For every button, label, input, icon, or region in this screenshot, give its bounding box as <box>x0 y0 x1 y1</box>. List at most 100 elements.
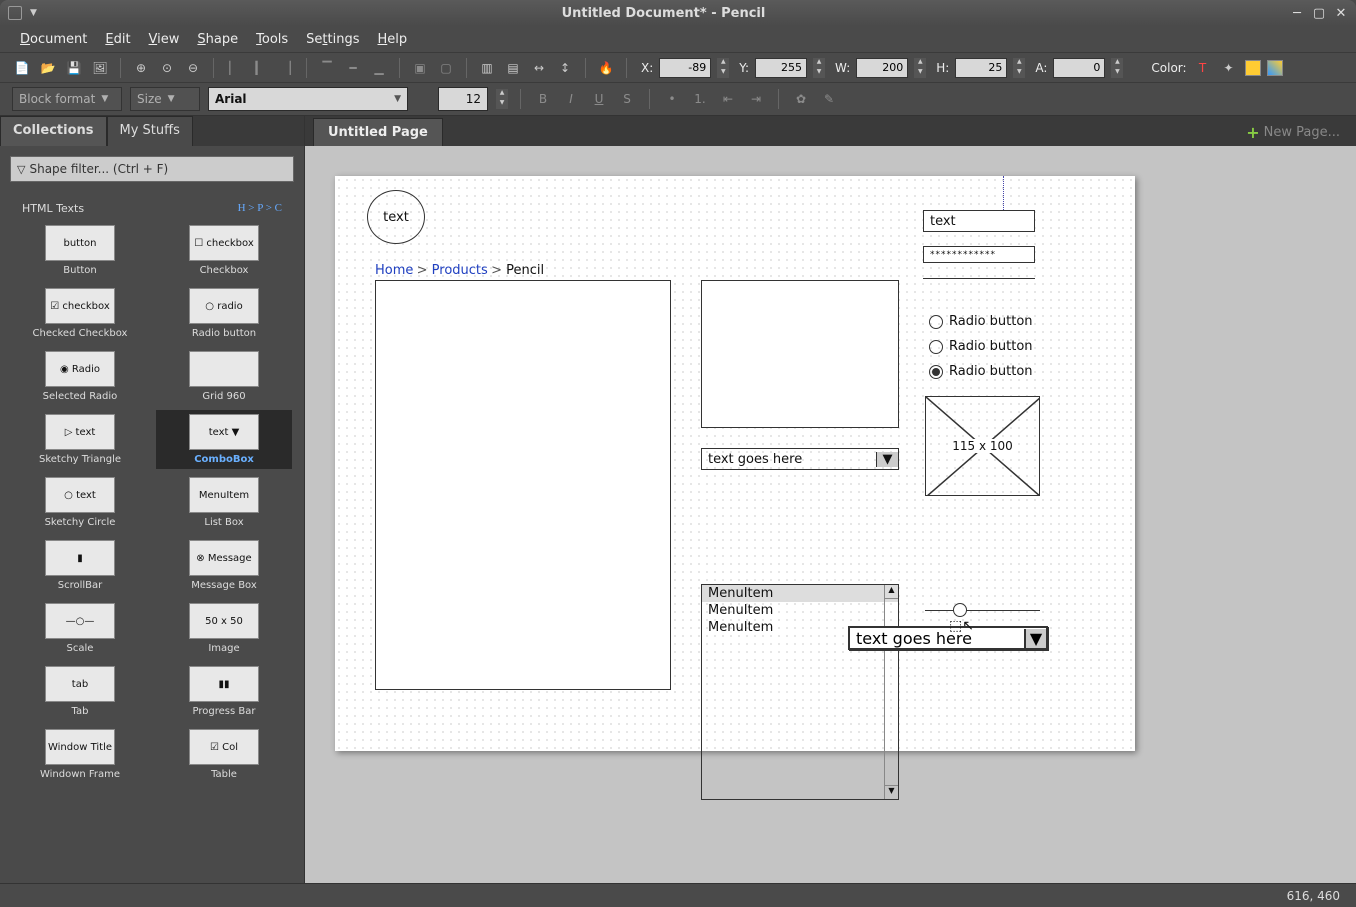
sketch-slider[interactable] <box>925 606 1040 616</box>
font-size-spinner[interactable]: ▲▼ <box>496 89 508 109</box>
sketch-radio-3[interactable]: Radio button <box>929 364 1033 379</box>
sketch-hr[interactable] <box>923 278 1035 279</box>
bring-front-icon[interactable]: ▣ <box>410 58 430 78</box>
sketch-combobox-selected[interactable]: text goes here ▼ <box>848 626 1048 650</box>
outdent-icon[interactable]: ⇤ <box>718 89 738 109</box>
h-input[interactable] <box>955 58 1007 78</box>
underline-icon[interactable]: U <box>589 89 609 109</box>
w-input[interactable] <box>856 58 908 78</box>
shape-scrollbar[interactable]: ▮ScrollBar <box>12 536 148 595</box>
picker-icon[interactable]: ✦ <box>1219 58 1239 78</box>
menu-edit[interactable]: Edit <box>97 29 138 50</box>
shape-message-box[interactable]: ⊗ MessageMessage Box <box>156 536 292 595</box>
x-input[interactable] <box>659 58 711 78</box>
shape-tab[interactable]: tabTab <box>12 662 148 721</box>
minimize-button[interactable]: ─ <box>1290 6 1304 20</box>
scrollbar[interactable]: ▲▼ <box>884 585 898 799</box>
new-page-button[interactable]: + New Page... <box>1238 119 1348 146</box>
zoom-in-icon[interactable]: ⊕ <box>131 58 151 78</box>
list-bullet-icon[interactable]: • <box>662 89 682 109</box>
sketch-panel-small[interactable] <box>701 280 899 428</box>
shape-image[interactable]: 50 x 50Image <box>156 599 292 658</box>
sidebar-tab-collections[interactable]: Collections <box>0 116 107 146</box>
block-format-combo[interactable]: Block format▼ <box>12 87 122 111</box>
fill-color-swatch[interactable] <box>1267 60 1283 76</box>
shape-checked-checkbox[interactable]: ☑ checkboxChecked Checkbox <box>12 284 148 343</box>
export-icon[interactable]: 🖼 <box>90 58 110 78</box>
menu-settings[interactable]: Settings <box>298 29 367 50</box>
align-center-icon[interactable]: ▎ <box>250 58 270 78</box>
shape-radio-button[interactable]: ○ radioRadio button <box>156 284 292 343</box>
h-spinner[interactable]: ▲▼ <box>1013 58 1025 78</box>
menu-tools[interactable]: Tools <box>248 29 296 50</box>
align-left-icon[interactable]: ▏ <box>224 58 244 78</box>
font-size-name-combo[interactable]: Size▼ <box>130 87 200 111</box>
spacing-h-icon[interactable]: ↔ <box>529 58 549 78</box>
send-back-icon[interactable]: ▢ <box>436 58 456 78</box>
shape-list-box[interactable]: MenuItemList Box <box>156 473 292 532</box>
shape-windown-frame[interactable]: Window TitleWindown Frame <box>12 725 148 784</box>
y-input[interactable] <box>755 58 807 78</box>
align-bottom-icon[interactable]: ▁ <box>369 58 389 78</box>
shape-filter-input[interactable]: ▽ Shape filter... (Ctrl + F) <box>10 156 294 182</box>
list-item[interactable]: MenuItem <box>702 585 898 602</box>
sidebar-tab-mystuffs[interactable]: My Stuffs <box>107 116 193 146</box>
spacing-v-icon[interactable]: ↕ <box>555 58 575 78</box>
shape-selected-radio[interactable]: ◉ RadioSelected Radio <box>12 347 148 406</box>
clear-format-icon[interactable]: ✿ <box>791 89 811 109</box>
menu-document[interactable]: Document <box>12 29 95 50</box>
menu-help[interactable]: Help <box>370 29 416 50</box>
new-doc-icon[interactable]: 📄 <box>12 58 32 78</box>
align-right-icon[interactable]: ▕ <box>276 58 296 78</box>
distribute-v-icon[interactable]: ▤ <box>503 58 523 78</box>
a-spinner[interactable]: ▲▼ <box>1111 58 1123 78</box>
sketch-listbox[interactable]: MenuItem MenuItem MenuItem ▲▼ <box>701 584 899 800</box>
titlebar-dropdown-icon[interactable]: ▼ <box>30 8 37 18</box>
zoom-out-icon[interactable]: ⊖ <box>183 58 203 78</box>
shape-scale[interactable]: —○—Scale <box>12 599 148 658</box>
sketch-password-input[interactable]: ************ <box>923 246 1035 263</box>
sketch-circle[interactable]: text <box>367 190 425 244</box>
shape-progress-bar[interactable]: ▮▮Progress Bar <box>156 662 292 721</box>
page-tab-active[interactable]: Untitled Page <box>313 118 443 146</box>
italic-icon[interactable]: I <box>561 89 581 109</box>
strike-icon[interactable]: S <box>617 89 637 109</box>
sketch-text-input[interactable]: text <box>923 210 1035 232</box>
sketch-image-placeholder[interactable]: 115 x 100 <box>925 396 1040 496</box>
menu-shape[interactable]: Shape <box>189 29 246 50</box>
align-top-icon[interactable]: ▔ <box>317 58 337 78</box>
stroke-color-swatch[interactable] <box>1245 60 1261 76</box>
list-item[interactable]: MenuItem <box>702 602 898 619</box>
sketch-combobox-1[interactable]: text goes here ▼ <box>701 448 899 470</box>
sketch-panel-large[interactable] <box>375 280 671 690</box>
maximize-button[interactable]: ▢ <box>1312 6 1326 20</box>
distribute-h-icon[interactable]: ▥ <box>477 58 497 78</box>
y-spinner[interactable]: ▲▼ <box>813 58 825 78</box>
open-icon[interactable]: 📂 <box>38 58 58 78</box>
shape-button[interactable]: buttonButton <box>12 221 148 280</box>
shape-sketchy-circle[interactable]: ○ textSketchy Circle <box>12 473 148 532</box>
font-family-combo[interactable]: Arial▼ <box>208 87 408 111</box>
align-middle-icon[interactable]: ━ <box>343 58 363 78</box>
shape-sketchy-triangle[interactable]: ▷ textSketchy Triangle <box>12 410 148 469</box>
list-number-icon[interactable]: 1. <box>690 89 710 109</box>
x-spinner[interactable]: ▲▼ <box>717 58 729 78</box>
canvas[interactable]: text Home > Products > Pencil text *****… <box>335 176 1135 751</box>
w-spinner[interactable]: ▲▼ <box>914 58 926 78</box>
sketch-radio-1[interactable]: Radio button <box>929 314 1033 329</box>
shape-grid-960[interactable]: Grid 960 <box>156 347 292 406</box>
zoom-reset-icon[interactable]: ⊙ <box>157 58 177 78</box>
a-input[interactable] <box>1053 58 1105 78</box>
flame-icon[interactable]: 🔥 <box>596 58 616 78</box>
indent-icon[interactable]: ⇥ <box>746 89 766 109</box>
menu-view[interactable]: View <box>141 29 188 50</box>
shape-checkbox[interactable]: ☐ checkboxCheckbox <box>156 221 292 280</box>
canvas-viewport[interactable]: text Home > Products > Pencil text *****… <box>305 146 1356 883</box>
save-icon[interactable]: 💾 <box>64 58 84 78</box>
sketch-breadcrumb[interactable]: Home > Products > Pencil <box>375 262 544 278</box>
text-color-icon[interactable]: T <box>1193 58 1213 78</box>
shapes-panel[interactable]: HTML Texts H > P > C buttonButton☐ check… <box>8 192 296 875</box>
shape-table[interactable]: ☑ ColTable <box>156 725 292 784</box>
sketch-radio-2[interactable]: Radio button <box>929 339 1033 354</box>
shape-combobox[interactable]: text ▼ComboBox <box>156 410 292 469</box>
